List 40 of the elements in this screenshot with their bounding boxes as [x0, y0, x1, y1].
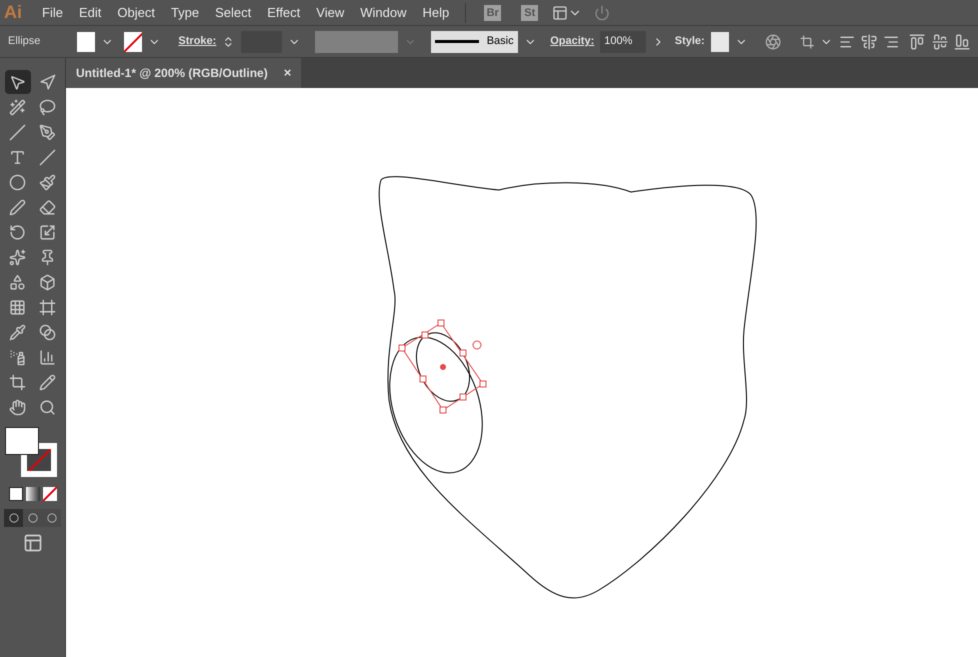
draw-mode-button[interactable] [4, 509, 23, 527]
menu-item[interactable]: Object [109, 0, 163, 25]
gradient-mode-button[interactable] [26, 487, 40, 501]
brush-field[interactable]: Basic [430, 30, 518, 52]
menu-item[interactable]: Help [414, 0, 458, 25]
align-top-icon[interactable] [909, 32, 926, 50]
document-title: Untitled-1* @ 200% (RGB/Outline) [76, 65, 268, 82]
menu-item[interactable]: File [34, 0, 71, 25]
menu-item[interactable]: Select [207, 0, 260, 25]
align-middle-icon[interactable] [932, 32, 948, 50]
tab-close-button[interactable]: × [284, 63, 292, 83]
object-type-label: Ellipse [8, 34, 42, 50]
align-center-icon[interactable] [860, 32, 878, 50]
variable-width-field[interactable] [315, 30, 398, 52]
opacity-field[interactable]: 100% [600, 30, 646, 52]
color-mode-button[interactable] [8, 487, 22, 501]
circle-icon [46, 513, 56, 523]
brush-name: Basic [486, 34, 514, 50]
menu-item[interactable]: Edit [70, 0, 110, 25]
style-label[interactable]: Style: [674, 33, 705, 50]
menu-item[interactable]: Window [352, 0, 414, 25]
draw-mode-button[interactable] [23, 509, 42, 527]
app-logo: Ai [3, 1, 23, 24]
circle-icon [8, 513, 18, 523]
draw-mode-button[interactable] [42, 509, 61, 527]
workspace-layout-icon[interactable] [552, 4, 568, 20]
fill-swatch[interactable] [77, 32, 96, 52]
circle-icon [28, 513, 38, 523]
menu-item[interactable]: View [308, 0, 352, 25]
stroke-swatch[interactable] [124, 32, 142, 52]
none-mode-button[interactable] [42, 487, 56, 501]
stroke-label[interactable]: Stroke: [178, 33, 216, 50]
document-tab[interactable]: Untitled-1* @ 200% (RGB/Outline) × [66, 58, 302, 88]
brush-stroke-line [434, 40, 479, 43]
menu-item[interactable]: Effect [259, 0, 308, 25]
align-bottom-icon[interactable] [954, 32, 970, 50]
style-swatch[interactable] [710, 32, 729, 52]
menu-item[interactable]: Type [162, 0, 208, 25]
screen-mode-icon[interactable] [22, 533, 42, 553]
opacity-label[interactable]: Opacity: [550, 33, 594, 50]
